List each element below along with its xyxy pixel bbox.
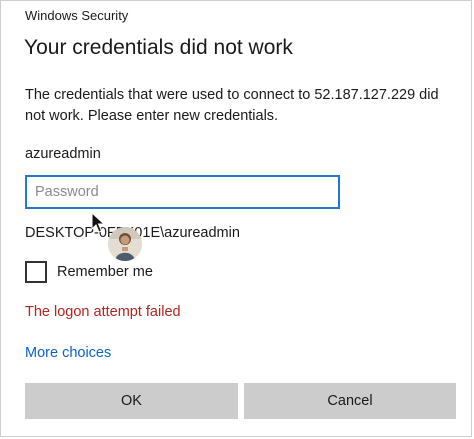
- remember-me-option[interactable]: Remember me: [25, 261, 153, 283]
- ok-button[interactable]: OK: [25, 383, 238, 419]
- password-input[interactable]: [25, 175, 340, 209]
- dialog-message: The credentials that were used to connec…: [25, 87, 439, 124]
- username-label: azureadmin: [25, 146, 101, 162]
- remember-me-checkbox[interactable]: [25, 261, 47, 283]
- cancel-button[interactable]: Cancel: [244, 383, 456, 419]
- window-title: Windows Security: [25, 8, 129, 23]
- dialog-heading: Your credentials did not work: [24, 36, 293, 59]
- error-message: The logon attempt failed: [25, 304, 181, 320]
- credentials-dialog: Windows Security Your credentials did no…: [0, 0, 472, 437]
- remember-me-label: Remember me: [57, 264, 153, 280]
- mouse-cursor-icon: [91, 211, 106, 239]
- more-choices-link[interactable]: More choices: [25, 345, 111, 361]
- user-avatar-icon: [108, 227, 142, 261]
